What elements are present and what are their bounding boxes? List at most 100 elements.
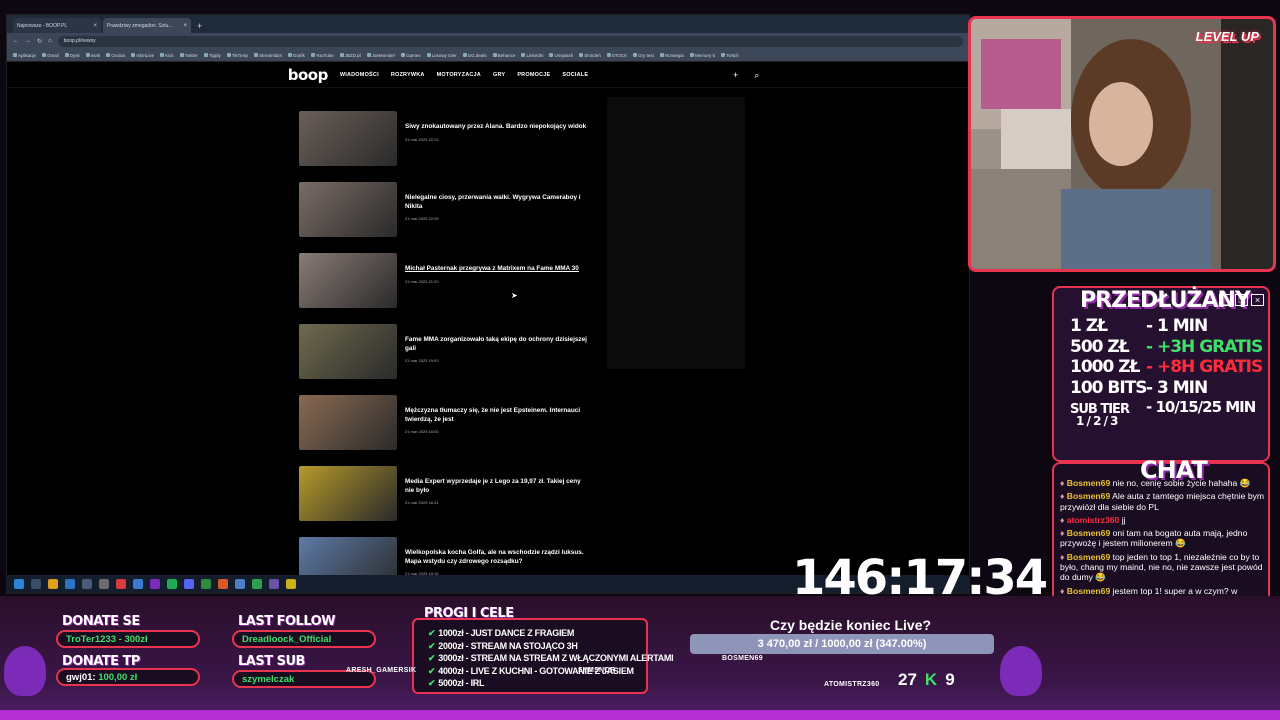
article-item[interactable]: Mężczyzna tłumaczy się, że nie jest Epst… <box>299 395 599 451</box>
goal-text: 3000zł - STREAM NA STREAM Z WŁĄCZONYMI A… <box>438 653 674 663</box>
home-icon[interactable]: ⌂ <box>48 38 52 44</box>
bookmark-label: GG.deals <box>467 52 487 58</box>
bookmark-item[interactable]: Kick <box>160 53 174 58</box>
rate-reward: - +8H GRATIS <box>1146 357 1263 377</box>
bookmark-item[interactable]: Oculus <box>106 53 125 58</box>
game-player-tag: ATOMISTRZ360 <box>824 681 880 688</box>
spotify-icon[interactable] <box>167 579 177 589</box>
last-sub-label: LAST SUB <box>238 654 305 669</box>
tab-1[interactable]: Najnowsze - BOOP.PL × <box>13 18 101 33</box>
search-icon[interactable]: ⌕ <box>754 70 759 81</box>
bookmark-item[interactable]: Gry test <box>633 53 654 58</box>
back-icon[interactable]: ← <box>13 38 19 44</box>
bookmark-item[interactable]: Games <box>401 53 421 58</box>
bookmark-item[interactable]: Aplikacje <box>13 53 36 58</box>
taskbar-app-icon[interactable] <box>218 579 228 589</box>
close-icon[interactable]: × <box>93 23 97 29</box>
bookmark-item[interactable]: STOCK <box>606 53 627 58</box>
bookmark-item[interactable]: GG.deals <box>462 52 487 58</box>
chat-badge-icon: ♦ <box>1060 585 1067 596</box>
chrome-icon[interactable] <box>286 579 296 589</box>
bookmark-label: YouTube <box>315 52 334 58</box>
taskbar-app-icon[interactable] <box>269 579 279 589</box>
nav-gry[interactable]: GRY <box>493 72 505 78</box>
article-item[interactable]: Siwy znokautowany przez Alana. Bardzo ni… <box>299 111 599 167</box>
nav-sociale[interactable]: SOCIALE <box>562 72 588 78</box>
chat-message: ♦ atomistrz360 jj <box>1060 515 1266 525</box>
nav-wiadomosci[interactable]: WIADOMOŚCI <box>340 72 379 78</box>
chat-badge-icon: ♦ <box>1060 514 1067 525</box>
taskbar-app-icon[interactable] <box>65 579 75 589</box>
taskbar-app-icon[interactable] <box>99 579 109 589</box>
bookmark-item[interactable]: Twitter <box>179 53 198 58</box>
article-thumbnail[interactable] <box>299 253 397 308</box>
bookmark-item[interactable]: Shindeń <box>579 53 601 58</box>
plus-icon[interactable]: + <box>733 70 738 81</box>
article-thumbnail[interactable] <box>299 111 397 166</box>
article-thumbnail[interactable] <box>299 324 397 379</box>
start-icon[interactable] <box>14 579 24 589</box>
goal-item: ✔ 3000zł - STREAM NA STREAM Z WŁĄCZONYMI … <box>428 653 674 664</box>
bookmark-item[interactable]: TikTinky <box>226 53 248 58</box>
bookmark-item[interactable]: LinkedIn <box>521 53 543 58</box>
close-icon[interactable]: × <box>183 23 187 29</box>
article-item[interactable]: Michał Pasternak przegrywa z Matrixem na… <box>299 253 599 309</box>
forward-icon[interactable]: → <box>25 38 31 44</box>
excel-icon[interactable] <box>252 579 262 589</box>
taskbar-app-icon[interactable] <box>133 579 143 589</box>
discord-icon[interactable] <box>184 579 194 589</box>
taskbar-app-icon[interactable] <box>31 579 41 589</box>
bookmark-item[interactable]: Losowy Gier <box>426 53 457 58</box>
article-thumbnail[interactable] <box>299 182 397 237</box>
bookmark-item[interactable]: Streamlabs <box>254 53 282 58</box>
article-thumbnail[interactable] <box>299 395 397 450</box>
folder-icon[interactable] <box>48 579 58 589</box>
bookmark-item[interactable]: Norwegia <box>659 53 684 58</box>
taskbar-app-icon[interactable] <box>82 579 92 589</box>
bookmark-item[interactable]: YouTube <box>310 52 334 58</box>
article-item[interactable]: Nielegalne ciosy, przerwania walki. Wygr… <box>299 182 599 238</box>
chat-badge-icon: ♦ <box>1060 528 1067 539</box>
bookmark-item[interactable]: Unsplash <box>549 53 573 58</box>
bookmark-item[interactable]: Behance <box>492 53 515 58</box>
bookmark-item[interactable]: Gmail <box>42 53 59 58</box>
nav-promocje[interactable]: PROMOCJE <box>517 72 550 78</box>
article-item[interactable]: Fame MMA zorganizowało taką ekipę do och… <box>299 324 599 380</box>
nav-motoryzacja[interactable]: MOTORYZACJA <box>437 72 481 78</box>
article-item[interactable]: Media Expert wyprzedaje je z Lego za 19,… <box>299 466 599 522</box>
article-title[interactable]: Media Expert wyprzedaje je z Lego za 19,… <box>405 478 591 495</box>
new-tab-icon[interactable]: + <box>193 21 206 33</box>
tab-2[interactable]: Prawdziwy zmegadon. Sztu... × <box>103 18 191 33</box>
taskbar-app-icon[interactable] <box>150 579 160 589</box>
article-thumbnail[interactable] <box>299 466 397 521</box>
site-logo[interactable]: boop <box>288 66 329 84</box>
article-title[interactable]: Mężczyzna tłumaczy się, że nie jest Epst… <box>405 407 591 424</box>
bookmark-item[interactable]: Dysk <box>64 53 80 58</box>
reload-icon[interactable]: ↻ <box>37 38 42 45</box>
bookmark-item[interactable]: Twitch <box>720 53 739 58</box>
bookmark-item[interactable]: JoeMonster <box>366 53 395 58</box>
donate-se-amount: 300zł <box>124 633 148 645</box>
nav-rozrywka[interactable]: ROZRYWKA <box>391 72 425 78</box>
article-title[interactable]: Nielegalne ciosy, przerwania walki. Wygr… <box>405 194 591 211</box>
minimize-icon: _ <box>1219 294 1232 306</box>
url-input[interactable]: boop.pl/newsy <box>57 35 963 47</box>
bookmark-icon <box>106 53 111 57</box>
article-title[interactable]: Fame MMA zorganizowało taką ekipę do och… <box>405 336 591 353</box>
article-title[interactable]: Siwy znokautowany przez Alana. Bardzo ni… <box>405 123 591 132</box>
donate-se-label: DONATE SE <box>62 614 140 629</box>
article-title[interactable]: Wielkopolska kocha Golfa, ale na wschodz… <box>405 549 591 566</box>
check-icon: ✔ <box>428 665 436 676</box>
bookmark-item[interactable]: Tipply <box>203 53 221 58</box>
taskbar-app-icon[interactable] <box>235 579 245 589</box>
bookmark-item[interactable]: work <box>85 53 100 58</box>
rate-amount: 500 ZŁ <box>1070 336 1130 357</box>
bookmark-item[interactable]: Memory 5 <box>689 53 715 58</box>
bookmark-item[interactable]: JBZD.pl <box>339 53 361 58</box>
bookmark-item[interactable]: Grafik <box>287 53 305 58</box>
article-title[interactable]: Michał Pasternak przegrywa z Matrixem na… <box>405 265 591 274</box>
bookmark-icon <box>633 53 638 57</box>
bookmark-item[interactable]: IshinLive <box>131 53 154 58</box>
taskbar-app-icon[interactable] <box>116 579 126 589</box>
taskbar-app-icon[interactable] <box>201 579 211 589</box>
